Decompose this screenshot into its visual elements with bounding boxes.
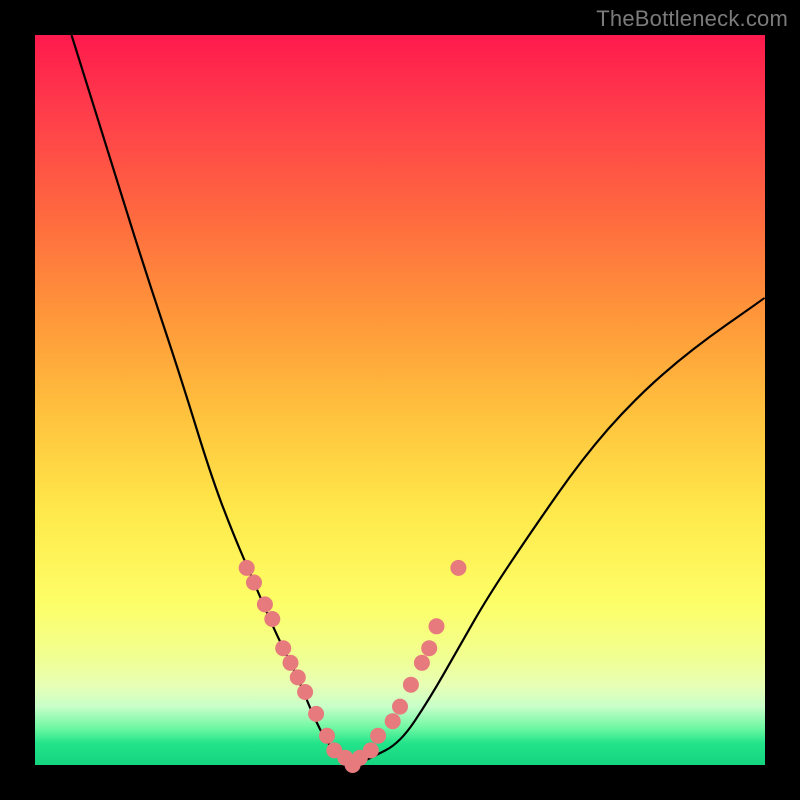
highlight-dot [239, 560, 255, 576]
highlight-dot [370, 728, 386, 744]
highlight-dot [297, 684, 313, 700]
highlight-dot [421, 640, 437, 656]
highlight-dot [246, 575, 262, 591]
highlight-dot [257, 596, 273, 612]
highlight-dot [363, 742, 379, 758]
highlight-dot [275, 640, 291, 656]
highlight-dot [429, 618, 445, 634]
highlight-dot [403, 677, 419, 693]
highlight-dot [290, 669, 306, 685]
highlight-dot [264, 611, 280, 627]
highlight-dot [319, 728, 335, 744]
highlight-dots-group [239, 560, 467, 773]
chart-frame: TheBottleneck.com [0, 0, 800, 800]
plot-area [35, 35, 765, 765]
highlight-dot [392, 699, 408, 715]
highlight-dot [283, 655, 299, 671]
highlight-dot [385, 713, 401, 729]
highlight-dot [450, 560, 466, 576]
bottleneck-curve [72, 35, 766, 763]
bottleneck-curve-svg [35, 35, 765, 765]
watermark-text: TheBottleneck.com [596, 6, 788, 32]
highlight-dot [308, 706, 324, 722]
highlight-dot [414, 655, 430, 671]
